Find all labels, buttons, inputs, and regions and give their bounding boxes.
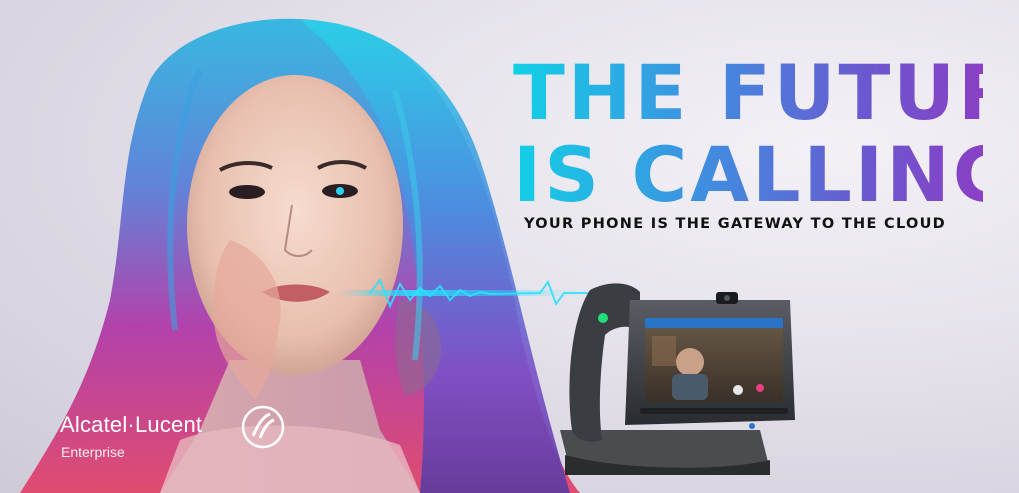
alcatel-lucent-logo-icon xyxy=(241,405,285,449)
headline: THE FUTURE IS CALLING xyxy=(513,52,983,216)
brand-logo-block: Alcatel·Lucent Enterprise xyxy=(60,405,310,470)
headline-line-2: IS CALLING xyxy=(513,130,1019,219)
subheadline: YOUR PHONE IS THE GATEWAY TO THE CLOUD xyxy=(524,216,947,232)
ad-banner: THE FUTURE IS CALLING YOUR PHONE IS THE … xyxy=(0,0,1019,493)
brand-name: Alcatel·Lucent xyxy=(60,412,203,437)
headline-line-1: THE FUTURE xyxy=(513,48,1019,137)
brand-subtitle: Enterprise xyxy=(61,444,125,460)
